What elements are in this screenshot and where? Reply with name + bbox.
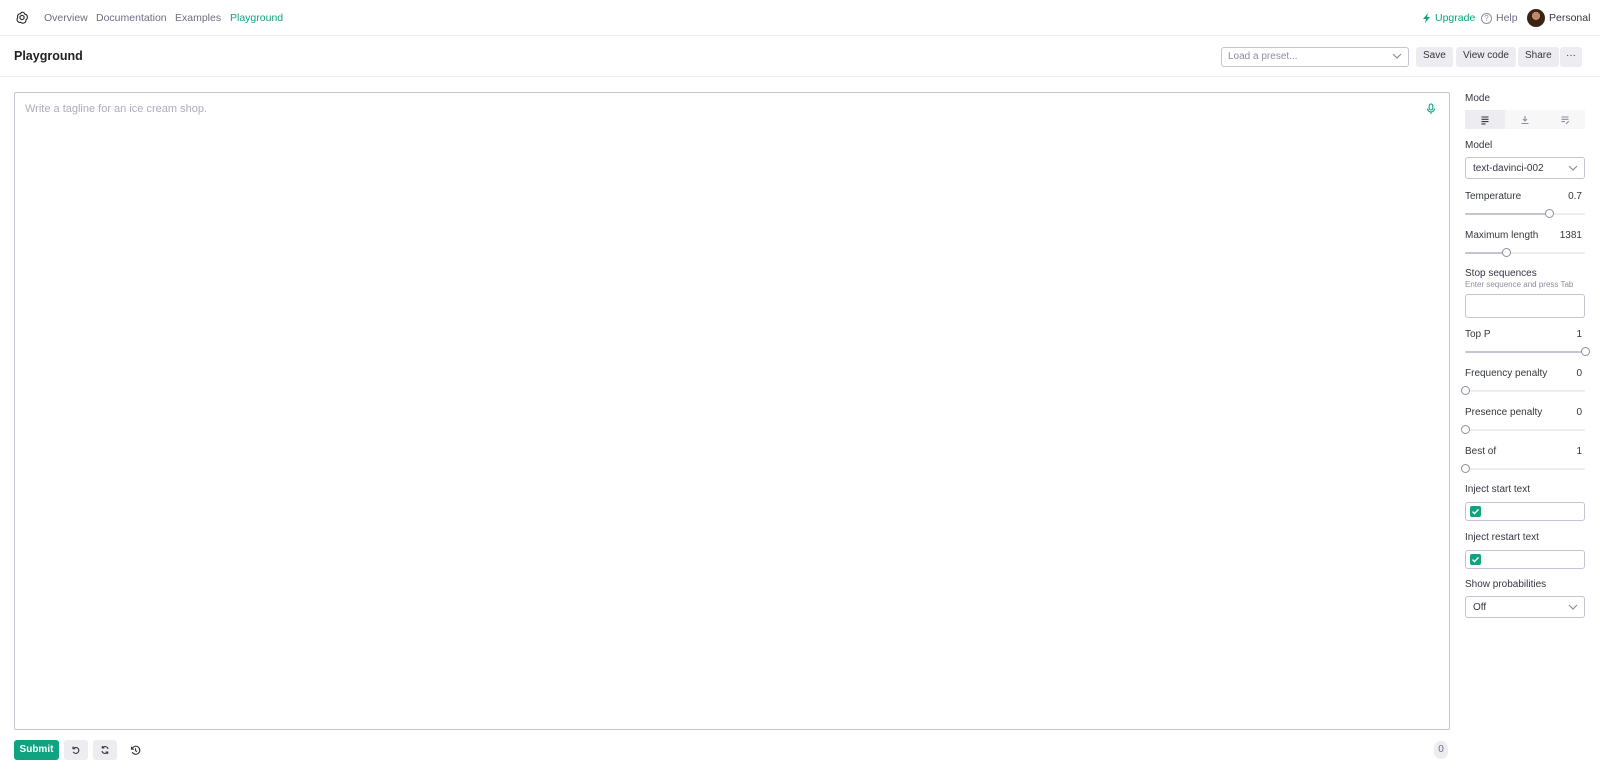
slider-thumb[interactable] xyxy=(1581,347,1590,356)
slider-track xyxy=(1465,390,1585,392)
complete-icon xyxy=(1481,115,1489,124)
top-p-label: Top P xyxy=(1465,329,1491,340)
inject-restart-label: Inject restart text xyxy=(1465,532,1539,543)
frequency-penalty-slider[interactable] xyxy=(1461,386,1585,396)
temperature-value: 0.7 xyxy=(1568,191,1582,202)
model-value: text-davinci-002 xyxy=(1473,163,1544,174)
stop-sequences-input[interactable] xyxy=(1465,294,1585,318)
openai-logo-icon[interactable] xyxy=(14,10,30,26)
mode-edit-button[interactable] xyxy=(1545,110,1585,129)
help-label: Help xyxy=(1496,12,1518,24)
upgrade-link[interactable]: Upgrade xyxy=(1423,12,1475,24)
presence-penalty-value: 0 xyxy=(1576,407,1582,418)
max-length-slider[interactable] xyxy=(1465,248,1585,258)
share-button[interactable]: Share xyxy=(1518,47,1559,67)
show-probabilities-label: Show probabilities xyxy=(1465,579,1547,590)
temperature-slider[interactable] xyxy=(1465,209,1585,219)
top-p-value: 1 xyxy=(1576,329,1582,340)
slider-fill xyxy=(1465,213,1549,215)
save-button[interactable]: Save xyxy=(1416,47,1453,67)
token-count: 0 xyxy=(1434,741,1448,759)
presence-penalty-label: Presence penalty xyxy=(1465,407,1543,418)
slider-thumb[interactable] xyxy=(1461,464,1470,473)
show-probabilities-select[interactable]: Off xyxy=(1465,596,1585,618)
stop-sequences-label: Stop sequences xyxy=(1465,268,1537,279)
slider-thumb[interactable] xyxy=(1461,425,1470,434)
slider-thumb[interactable] xyxy=(1545,209,1554,218)
view-code-button[interactable]: View code xyxy=(1456,47,1516,67)
model-select[interactable]: text-davinci-002 xyxy=(1465,157,1585,179)
best-of-slider[interactable] xyxy=(1461,464,1585,474)
stop-sequences-hint: Enter sequence and press Tab xyxy=(1465,280,1574,289)
help-link[interactable]: ? Help xyxy=(1481,12,1518,24)
prompt-editor xyxy=(14,92,1450,730)
inject-restart-checkbox[interactable] xyxy=(1470,554,1481,565)
nav-link-documentation[interactable]: Documentation xyxy=(96,12,167,24)
submit-button[interactable]: Submit xyxy=(14,740,59,760)
slider-track xyxy=(1465,429,1585,431)
nav-link-overview[interactable]: Overview xyxy=(44,12,88,24)
upgrade-label: Upgrade xyxy=(1435,12,1476,24)
top-p-slider[interactable] xyxy=(1465,347,1590,357)
history-icon xyxy=(130,745,140,755)
mode-complete-button[interactable] xyxy=(1465,110,1505,129)
regenerate-button[interactable] xyxy=(93,740,117,760)
mode-toggle xyxy=(1465,110,1585,129)
max-length-value: 1381 xyxy=(1559,230,1582,241)
temperature-label: Temperature xyxy=(1465,191,1522,202)
page-header: Playground Load a preset... Save View co… xyxy=(0,37,1600,77)
frequency-penalty-label: Frequency penalty xyxy=(1465,368,1548,379)
help-icon: ? xyxy=(1481,12,1492,24)
avatar xyxy=(1527,9,1545,27)
slider-fill xyxy=(1465,351,1585,353)
edit-icon xyxy=(1561,115,1570,124)
slider-thumb[interactable] xyxy=(1501,248,1511,257)
checkmark-icon xyxy=(1472,508,1480,515)
microphone-icon[interactable] xyxy=(1425,103,1437,115)
show-probabilities-value: Off xyxy=(1473,602,1487,613)
top-nav: Overview Documentation Examples Playgrou… xyxy=(0,0,1600,36)
undo-icon xyxy=(72,746,80,754)
lightning-icon xyxy=(1423,13,1430,23)
chevron-down-icon xyxy=(1392,53,1402,59)
presence-penalty-slider[interactable] xyxy=(1461,425,1585,435)
more-options-button[interactable]: ··· xyxy=(1560,47,1582,67)
slider-thumb[interactable] xyxy=(1461,386,1470,395)
history-button[interactable] xyxy=(123,740,147,760)
insert-icon xyxy=(1521,115,1529,124)
checkmark-icon xyxy=(1472,556,1480,563)
best-of-label: Best of xyxy=(1465,446,1497,457)
model-label: Model xyxy=(1465,140,1493,151)
page-title: Playground xyxy=(14,49,83,63)
nav-link-examples[interactable]: Examples xyxy=(175,12,221,24)
inject-start-checkbox[interactable] xyxy=(1470,506,1481,517)
inject-start-label: Inject start text xyxy=(1465,484,1531,495)
frequency-penalty-value: 0 xyxy=(1576,368,1582,379)
inject-start-field[interactable] xyxy=(1465,502,1585,521)
inject-restart-field[interactable] xyxy=(1465,550,1585,569)
undo-button[interactable] xyxy=(64,740,88,760)
chevron-down-icon xyxy=(1568,604,1578,610)
account-menu[interactable]: Personal xyxy=(1527,9,1590,27)
refresh-icon xyxy=(101,746,109,754)
nav-link-playground[interactable]: Playground xyxy=(230,12,283,24)
max-length-label: Maximum length xyxy=(1465,230,1539,241)
mode-label: Mode xyxy=(1465,93,1491,104)
mode-insert-button[interactable] xyxy=(1505,110,1545,129)
account-label: Personal xyxy=(1549,12,1591,24)
slider-track xyxy=(1465,468,1585,470)
prompt-textarea[interactable] xyxy=(15,93,1449,729)
preset-placeholder: Load a preset... xyxy=(1228,51,1298,62)
chevron-down-icon xyxy=(1568,165,1578,171)
best-of-value: 1 xyxy=(1576,446,1582,457)
preset-select[interactable]: Load a preset... xyxy=(1221,47,1409,67)
slider-fill xyxy=(1465,252,1506,254)
